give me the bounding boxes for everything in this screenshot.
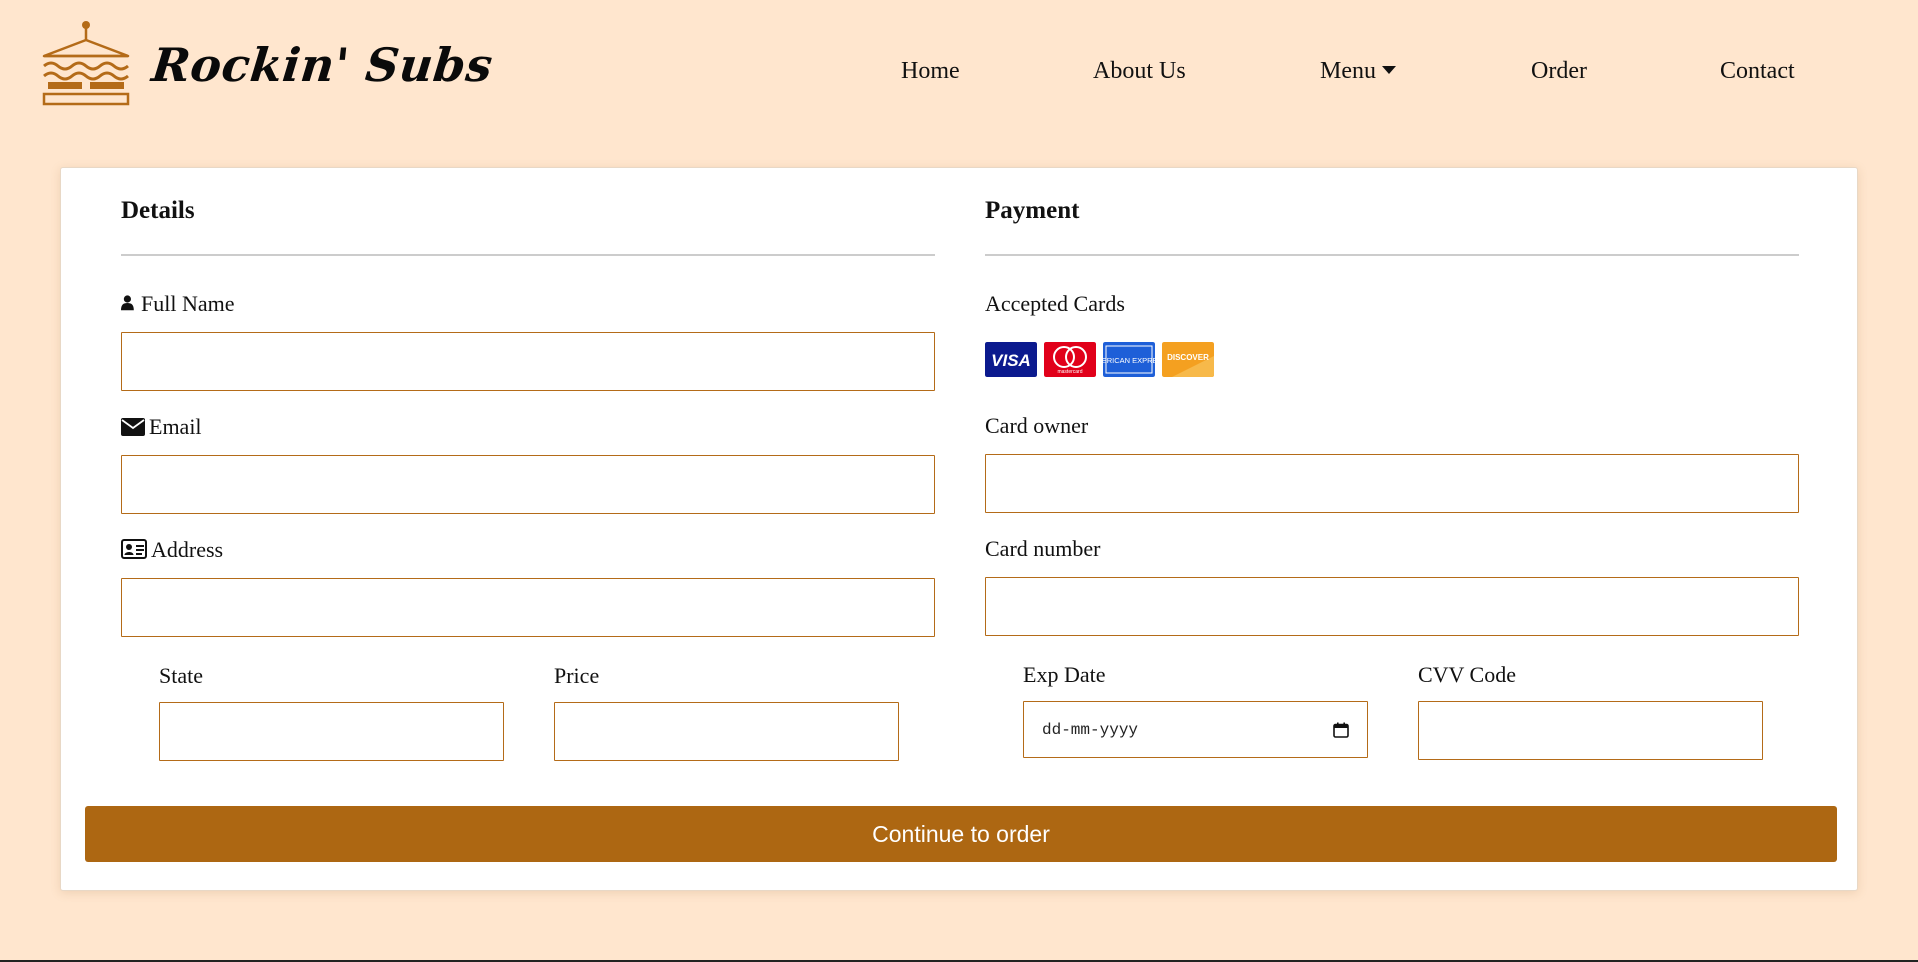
mastercard-card-text: mastercard [1057, 369, 1082, 375]
card-owner-label: Card owner [985, 413, 1089, 438]
exp-date-placeholder: dd-mm-yyyy [1042, 720, 1139, 739]
details-title: Details [121, 197, 195, 224]
payment-title: Payment [985, 197, 1080, 224]
user-icon [121, 295, 134, 311]
nav-order-link[interactable]: Order [1531, 58, 1587, 85]
address-label-text: Address [151, 537, 224, 562]
state-label: State [159, 663, 203, 688]
nav-menu-dropdown[interactable]: Menu [1320, 58, 1396, 85]
nav-about-link[interactable]: About Us [1093, 58, 1186, 85]
continue-to-order-button[interactable]: Continue to order [85, 806, 1837, 862]
cvv-input[interactable] [1418, 701, 1763, 760]
payment-section: Payment Accepted Cards VISA mastercard A… [985, 168, 1799, 890]
card-number-label: Card number [985, 536, 1101, 561]
envelope-icon [121, 418, 145, 436]
full-name-label-text: Full Name [141, 291, 235, 316]
site-header: Rockin' Subs Home About Us Menu Order Co… [0, 0, 1918, 160]
discover-card-text: DISCOVER [1167, 353, 1209, 362]
exp-date-input[interactable]: dd-mm-yyyy [1023, 701, 1368, 758]
price-label: Price [554, 663, 600, 688]
main-nav: Home About Us Menu Order Contact [0, 58, 1918, 98]
amex-card-text: AMERICAN EXPRESS [1103, 356, 1155, 365]
exp-date-label: Exp Date [1023, 662, 1106, 687]
details-section: Details Full Name Email Address State Pr… [121, 168, 935, 890]
address-label: Address [121, 537, 223, 563]
caret-down-icon [1382, 66, 1396, 75]
cvv-label: CVV Code [1418, 662, 1516, 687]
details-divider [121, 254, 935, 256]
nav-contact-link[interactable]: Contact [1720, 58, 1795, 85]
address-input[interactable] [121, 578, 935, 637]
email-label-text: Email [149, 414, 202, 439]
accepted-cards-label: Accepted Cards [985, 291, 1125, 316]
address-card-icon [121, 539, 147, 559]
nav-menu-label: Menu [1320, 58, 1376, 84]
visa-card-text: VISA [991, 351, 1031, 370]
calendar-icon[interactable] [1333, 722, 1349, 738]
email-label: Email [121, 414, 202, 440]
visa-card-icon: VISA [985, 342, 1037, 377]
card-owner-input[interactable] [985, 454, 1799, 513]
full-name-label: Full Name [121, 291, 235, 317]
email-input[interactable] [121, 455, 935, 514]
mastercard-card-icon: mastercard [1044, 342, 1096, 377]
amex-card-icon: AMERICAN EXPRESS [1103, 342, 1155, 377]
discover-card-icon: DISCOVER [1162, 342, 1214, 377]
checkout-card: Details Full Name Email Address State Pr… [60, 167, 1858, 891]
card-number-input[interactable] [985, 577, 1799, 636]
payment-divider [985, 254, 1799, 256]
full-name-input[interactable] [121, 332, 935, 391]
nav-home-link[interactable]: Home [901, 58, 960, 85]
price-input[interactable] [554, 702, 899, 761]
state-input[interactable] [159, 702, 504, 761]
